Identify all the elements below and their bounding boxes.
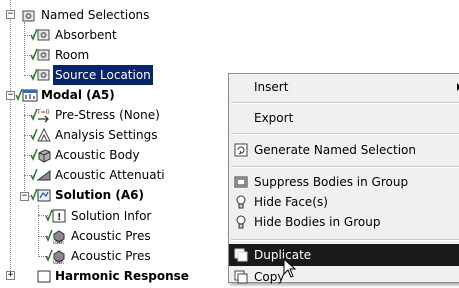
tree-item-acoustic-pressure-1[interactable]: Acoustic Pres xyxy=(71,226,151,246)
named-selection-icon xyxy=(37,29,50,41)
solution-info-icon: ! xyxy=(52,209,66,223)
tree-item-solution-information[interactable]: Solution Infor xyxy=(71,206,151,226)
tree-item-harmonic-response[interactable]: Harmonic Response xyxy=(55,266,189,286)
expand-toggle[interactable]: + xyxy=(6,271,15,280)
named-selection-group-icon xyxy=(22,10,35,22)
menu-separator xyxy=(231,133,459,135)
svg-text:T=0: T=0 xyxy=(36,109,50,116)
menu-item-label: Hide Bodies in Group xyxy=(254,215,381,229)
collapse-toggle[interactable]: − xyxy=(6,91,15,100)
menu-item-insert[interactable]: Insert xyxy=(229,76,459,98)
harmonic-response-icon xyxy=(37,270,51,283)
tree-item-acoustic-attenuation[interactable]: Acoustic Attenuati xyxy=(55,165,165,185)
solution-icon xyxy=(37,189,51,202)
menu-item-hide-faces[interactable]: Hide Face(s) xyxy=(229,191,459,213)
menu-item-label: Copy xyxy=(254,270,285,284)
acoustic-body-icon xyxy=(38,149,51,163)
suppress-icon xyxy=(234,176,248,188)
named-selection-icon xyxy=(37,69,50,81)
menu-item-label: Suppress Bodies in Group xyxy=(254,175,409,189)
collapse-toggle[interactable]: − xyxy=(6,10,15,19)
svg-text:USER: USER xyxy=(53,260,64,264)
copy-icon xyxy=(234,270,248,284)
bulb-icon xyxy=(236,215,246,229)
analysis-settings-icon xyxy=(37,127,51,142)
context-menu: Insert Export Generate Named Selection S… xyxy=(228,73,459,284)
collapse-toggle[interactable]: − xyxy=(20,192,29,201)
bulb-icon xyxy=(236,195,246,209)
menu-separator xyxy=(231,166,459,168)
tree-item-named-selections[interactable]: Named Selections xyxy=(41,5,149,25)
tree-item-source-location[interactable]: Source Location xyxy=(53,65,153,85)
menu-item-generate-named-selection[interactable]: Generate Named Selection xyxy=(229,139,459,161)
tree-item-analysis-settings[interactable]: Analysis Settings xyxy=(55,125,157,145)
mouse-cursor-icon xyxy=(283,258,297,278)
pre-stress-icon: T=0 xyxy=(36,109,50,123)
tree-item-pre-stress[interactable]: Pre-Stress (None) xyxy=(55,105,160,125)
generate-named-selection-icon xyxy=(234,143,248,157)
menu-item-suppress-bodies[interactable]: Suppress Bodies in Group xyxy=(229,171,459,193)
svg-text:!: ! xyxy=(57,212,62,223)
tree-item-absorbent[interactable]: Absorbent xyxy=(55,25,117,45)
menu-item-label: Export xyxy=(254,111,294,125)
tree-guide xyxy=(10,0,11,277)
tree-item-acoustic-pressure-2[interactable]: Acoustic Pres xyxy=(71,246,151,266)
menu-item-label: Generate Named Selection xyxy=(254,143,416,157)
user-result-icon: USER xyxy=(53,250,65,264)
tree-item-modal[interactable]: Modal (A5) xyxy=(41,85,115,105)
tree-guide xyxy=(24,22,25,72)
modal-analysis-icon xyxy=(22,89,38,102)
svg-text:USER: USER xyxy=(53,240,64,244)
tree-guide xyxy=(38,205,39,257)
duplicate-icon xyxy=(234,248,248,262)
menu-item-export[interactable]: Export xyxy=(229,107,459,129)
menu-item-copy[interactable]: Copy xyxy=(229,266,459,288)
menu-item-hide-bodies[interactable]: Hide Bodies in Group xyxy=(229,211,459,233)
tree-guide xyxy=(24,104,25,199)
acoustic-attenuation-icon xyxy=(36,170,51,181)
menu-separator xyxy=(231,239,459,241)
menu-separator xyxy=(231,102,459,104)
tree-item-solution[interactable]: Solution (A6) xyxy=(55,185,144,205)
tree-item-acoustic-body[interactable]: Acoustic Body xyxy=(55,145,140,165)
tree-item-room[interactable]: Room xyxy=(55,45,89,65)
menu-item-duplicate[interactable]: Duplicate xyxy=(229,244,459,266)
menu-item-label: Insert xyxy=(254,80,289,94)
menu-item-label: Hide Face(s) xyxy=(254,195,328,209)
user-result-icon: USER xyxy=(53,230,65,244)
named-selection-icon xyxy=(37,49,50,61)
